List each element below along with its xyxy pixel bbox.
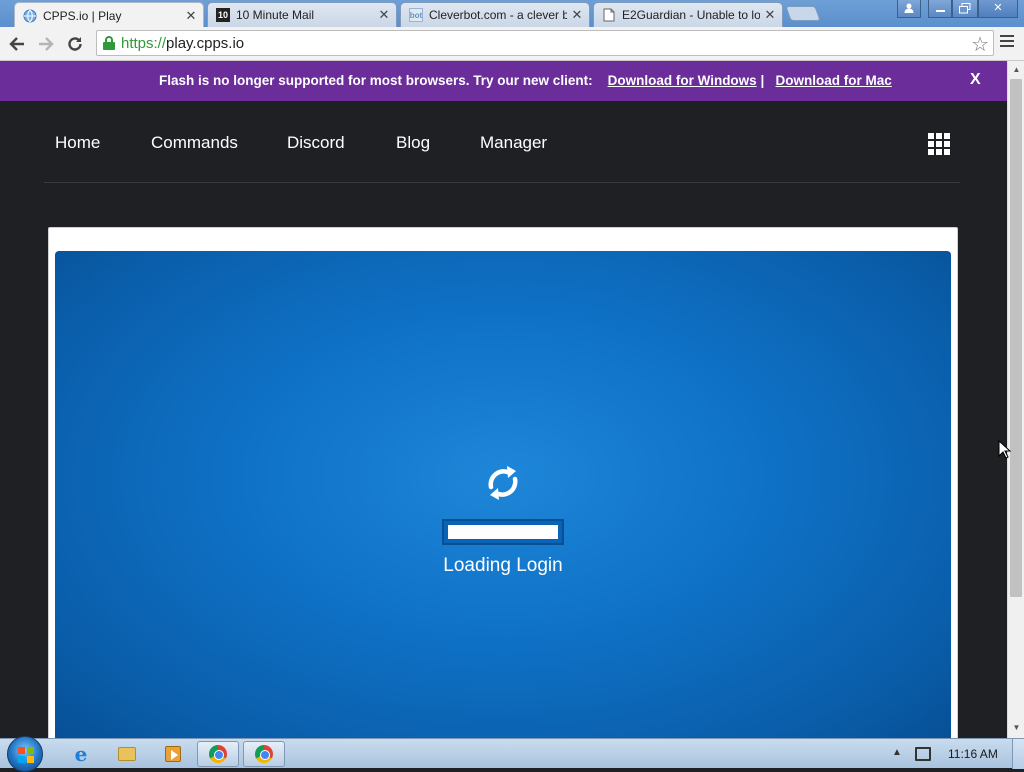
site-content: Home Commands Discord Blog Manager Loadi… (0, 101, 1007, 751)
media-player-icon[interactable] (152, 741, 194, 767)
restore-button[interactable] (952, 0, 978, 18)
bookmark-star-icon[interactable]: ☆ (971, 32, 989, 57)
internet-explorer-icon[interactable]: e (60, 741, 102, 767)
globe-icon (23, 9, 37, 23)
tab-cpps-play[interactable]: CPPS.io | Play ✕ (14, 2, 204, 28)
back-arrow-icon[interactable] (6, 33, 28, 55)
nav-discord[interactable]: Discord (287, 133, 345, 153)
lock-icon (103, 36, 115, 50)
scroll-thumb[interactable] (1010, 79, 1022, 597)
tab-e2guardian[interactable]: E2Guardian - Unable to lo ✕ (593, 2, 783, 27)
download-mac-link[interactable]: Download for Mac (776, 73, 892, 88)
tab-title: Cleverbot.com - a clever b (429, 8, 567, 22)
system-clock[interactable]: 11:16 AM (948, 747, 998, 761)
scroll-down-arrow-icon[interactable]: ▼ (1008, 721, 1024, 735)
tab-10-minute-mail[interactable]: 10 10 Minute Mail ✕ (207, 2, 397, 27)
reload-icon[interactable] (64, 33, 86, 55)
browser-menu-icon[interactable] (1000, 35, 1014, 51)
tab-title: E2Guardian - Unable to lo (622, 8, 760, 22)
banner-separator: | (760, 73, 765, 88)
chrome-taskbar-icon-2[interactable] (243, 741, 285, 767)
loading-progress-fill (448, 525, 558, 539)
close-tab-icon[interactable]: ✕ (185, 8, 197, 24)
close-tab-icon[interactable]: ✕ (764, 7, 776, 23)
mouse-cursor-icon (998, 440, 1012, 459)
chrome-taskbar-icon[interactable] (197, 741, 239, 767)
loading-progress-bar (442, 519, 564, 545)
tab-title: 10 Minute Mail (236, 8, 315, 22)
address-bar[interactable]: https://play.cpps.io ☆ (96, 30, 994, 56)
page-scrollbar[interactable]: ▲ ▼ (1007, 61, 1024, 738)
minimize-button[interactable] (928, 0, 952, 18)
scroll-up-arrow-icon[interactable]: ▲ (1008, 63, 1024, 77)
browser-toolbar: https://play.cpps.io ☆ (0, 27, 1024, 61)
new-tab-button[interactable] (785, 6, 821, 21)
start-button[interactable] (7, 736, 43, 772)
close-tab-icon[interactable]: ✕ (571, 7, 583, 23)
game-canvas[interactable]: Loading Login (55, 251, 951, 751)
file-explorer-icon[interactable] (106, 741, 148, 767)
windows-logo-icon (18, 747, 34, 763)
show-desktop-button[interactable] (1012, 739, 1024, 769)
nav-commands[interactable]: Commands (151, 133, 238, 153)
apps-grid-icon[interactable] (928, 133, 950, 155)
cleverbot-icon: bot (409, 8, 423, 22)
ten-minute-mail-icon: 10 (216, 8, 230, 22)
forward-arrow-icon[interactable] (35, 33, 57, 55)
tab-title: CPPS.io | Play (43, 8, 122, 23)
windows-taskbar: e ▲ 11:16 AM (0, 736, 1024, 772)
close-window-button[interactable]: ✕ (978, 0, 1018, 18)
profile-icon[interactable] (897, 0, 921, 18)
banner-message-row: Flash is no longer supported for most br… (159, 73, 892, 88)
network-icon[interactable] (915, 747, 931, 761)
download-windows-link[interactable]: Download for Windows (608, 73, 757, 88)
game-frame: Loading Login (48, 227, 958, 751)
banner-close-button[interactable]: X (970, 71, 981, 89)
url-text: https://play.cpps.io (121, 34, 245, 52)
banner-message: Flash is no longer supported for most br… (159, 73, 593, 88)
refresh-icon (488, 466, 518, 500)
nav-blog[interactable]: Blog (396, 133, 430, 153)
page-icon (602, 8, 616, 22)
tab-cleverbot[interactable]: bot Cleverbot.com - a clever b ✕ (400, 2, 590, 27)
nav-manager[interactable]: Manager (480, 133, 547, 153)
close-tab-icon[interactable]: ✕ (378, 7, 390, 23)
flash-notice-banner: Flash is no longer supported for most br… (0, 61, 1007, 101)
browser-titlebar: CPPS.io | Play ✕ 10 10 Minute Mail ✕ bot… (0, 0, 1024, 28)
nav-home[interactable]: Home (55, 133, 100, 153)
tray-expand-icon[interactable]: ▲ (892, 747, 902, 758)
nav-divider (44, 182, 960, 183)
loading-text: Loading Login (443, 555, 563, 576)
